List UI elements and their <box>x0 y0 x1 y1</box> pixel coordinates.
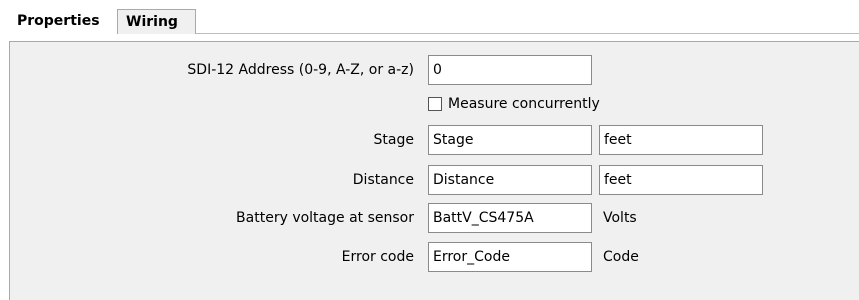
battery-voltage-units: Volts <box>603 210 637 226</box>
distance-label: Distance <box>352 172 414 188</box>
tab-strip: Properties Wiring <box>0 0 859 34</box>
error-code-field[interactable] <box>428 242 592 272</box>
measure-concurrently-label: Measure concurrently <box>448 96 600 112</box>
battery-voltage-label: Battery voltage at sensor <box>236 210 414 226</box>
distance-field[interactable] <box>428 165 592 195</box>
stage-label: Stage <box>373 132 414 148</box>
distance-units-field[interactable] <box>599 165 763 195</box>
tab-wiring[interactable]: Wiring <box>117 9 196 34</box>
measure-concurrently-checkbox[interactable] <box>428 97 442 111</box>
stage-units-field[interactable] <box>599 125 763 155</box>
error-code-label: Error code <box>341 249 414 265</box>
tab-properties[interactable]: Properties <box>8 9 117 34</box>
stage-field[interactable] <box>428 125 592 155</box>
battery-voltage-field[interactable] <box>428 203 592 233</box>
measure-concurrently-row[interactable]: Measure concurrently <box>428 94 600 114</box>
sdi-address-field[interactable] <box>428 55 592 85</box>
sdi-address-label: SDI-12 Address (0-9, A-Z, or a-z) <box>187 62 414 78</box>
error-code-units: Code <box>603 249 639 265</box>
tab-strip-divider <box>196 33 859 34</box>
